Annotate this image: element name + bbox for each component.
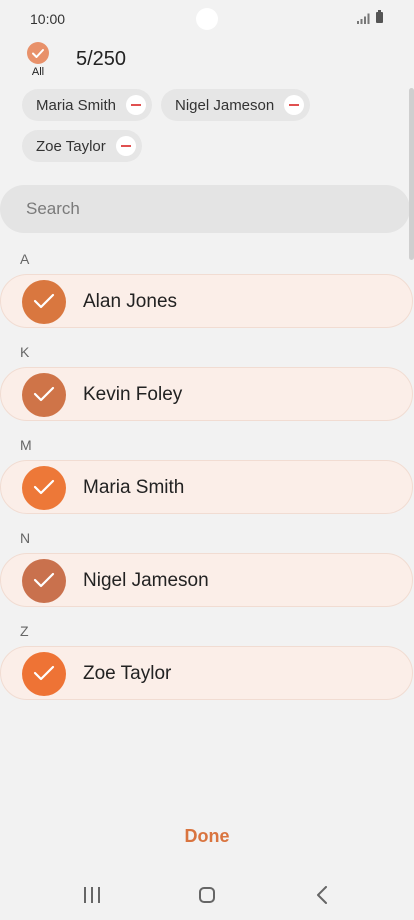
recents-icon[interactable] — [84, 887, 100, 903]
section-header: M — [20, 437, 32, 453]
navigation-bar — [0, 870, 414, 920]
contact-row[interactable]: Nigel Jameson — [0, 553, 413, 607]
avatar — [22, 280, 66, 324]
contact-name: Zoe Taylor — [83, 663, 172, 684]
avatar — [22, 373, 66, 417]
front-camera — [196, 8, 218, 30]
battery-icon — [376, 10, 383, 23]
section-header: K — [20, 344, 30, 360]
check-icon — [33, 479, 55, 495]
contact-row[interactable]: Zoe Taylor — [0, 646, 413, 700]
minus-circle-icon[interactable] — [126, 95, 147, 115]
chip-label: Nigel Jameson — [175, 96, 275, 114]
check-icon — [33, 293, 55, 309]
avatar — [22, 466, 66, 510]
contact-row[interactable]: Maria Smith — [0, 460, 413, 514]
check-icon — [33, 572, 55, 588]
contact-name: Kevin Foley — [83, 384, 183, 405]
contact-name: Alan Jones — [83, 291, 178, 312]
contact-name: Maria Smith — [83, 477, 185, 498]
select-all-toggle[interactable]: All — [26, 42, 50, 78]
minus-circle-icon[interactable] — [284, 95, 305, 115]
contact-row[interactable]: Alan Jones — [0, 274, 413, 328]
section-header: A — [20, 251, 30, 267]
selected-chip: Zoe Taylor — [22, 130, 142, 162]
signal-icon — [357, 13, 370, 24]
chip-label: Maria Smith — [36, 96, 117, 114]
section-header: N — [20, 530, 31, 546]
status-time: 10:00 — [30, 11, 66, 27]
contact-name: Nigel Jameson — [83, 570, 209, 591]
status-bar: 10:00 — [0, 0, 414, 38]
check-icon — [33, 386, 55, 402]
back-icon[interactable] — [316, 886, 328, 904]
check-circle-icon[interactable] — [27, 42, 49, 64]
avatar — [22, 652, 66, 696]
search-input[interactable]: Search — [0, 185, 410, 233]
selected-chip: Nigel Jameson — [161, 89, 311, 121]
search-placeholder: Search — [26, 199, 80, 218]
check-icon — [33, 665, 55, 681]
avatar — [22, 559, 66, 603]
chip-label: Zoe Taylor — [36, 137, 106, 155]
minus-circle-icon[interactable] — [115, 136, 136, 156]
contact-row[interactable]: Kevin Foley — [0, 367, 413, 421]
selected-chip: Maria Smith — [22, 89, 153, 121]
section-header: Z — [20, 623, 29, 639]
select-all-label: All — [31, 66, 45, 78]
done-button[interactable]: Done — [0, 826, 414, 847]
selected-count: 5/250 — [76, 48, 127, 70]
scrollbar[interactable] — [409, 88, 414, 260]
home-icon[interactable] — [199, 887, 215, 903]
